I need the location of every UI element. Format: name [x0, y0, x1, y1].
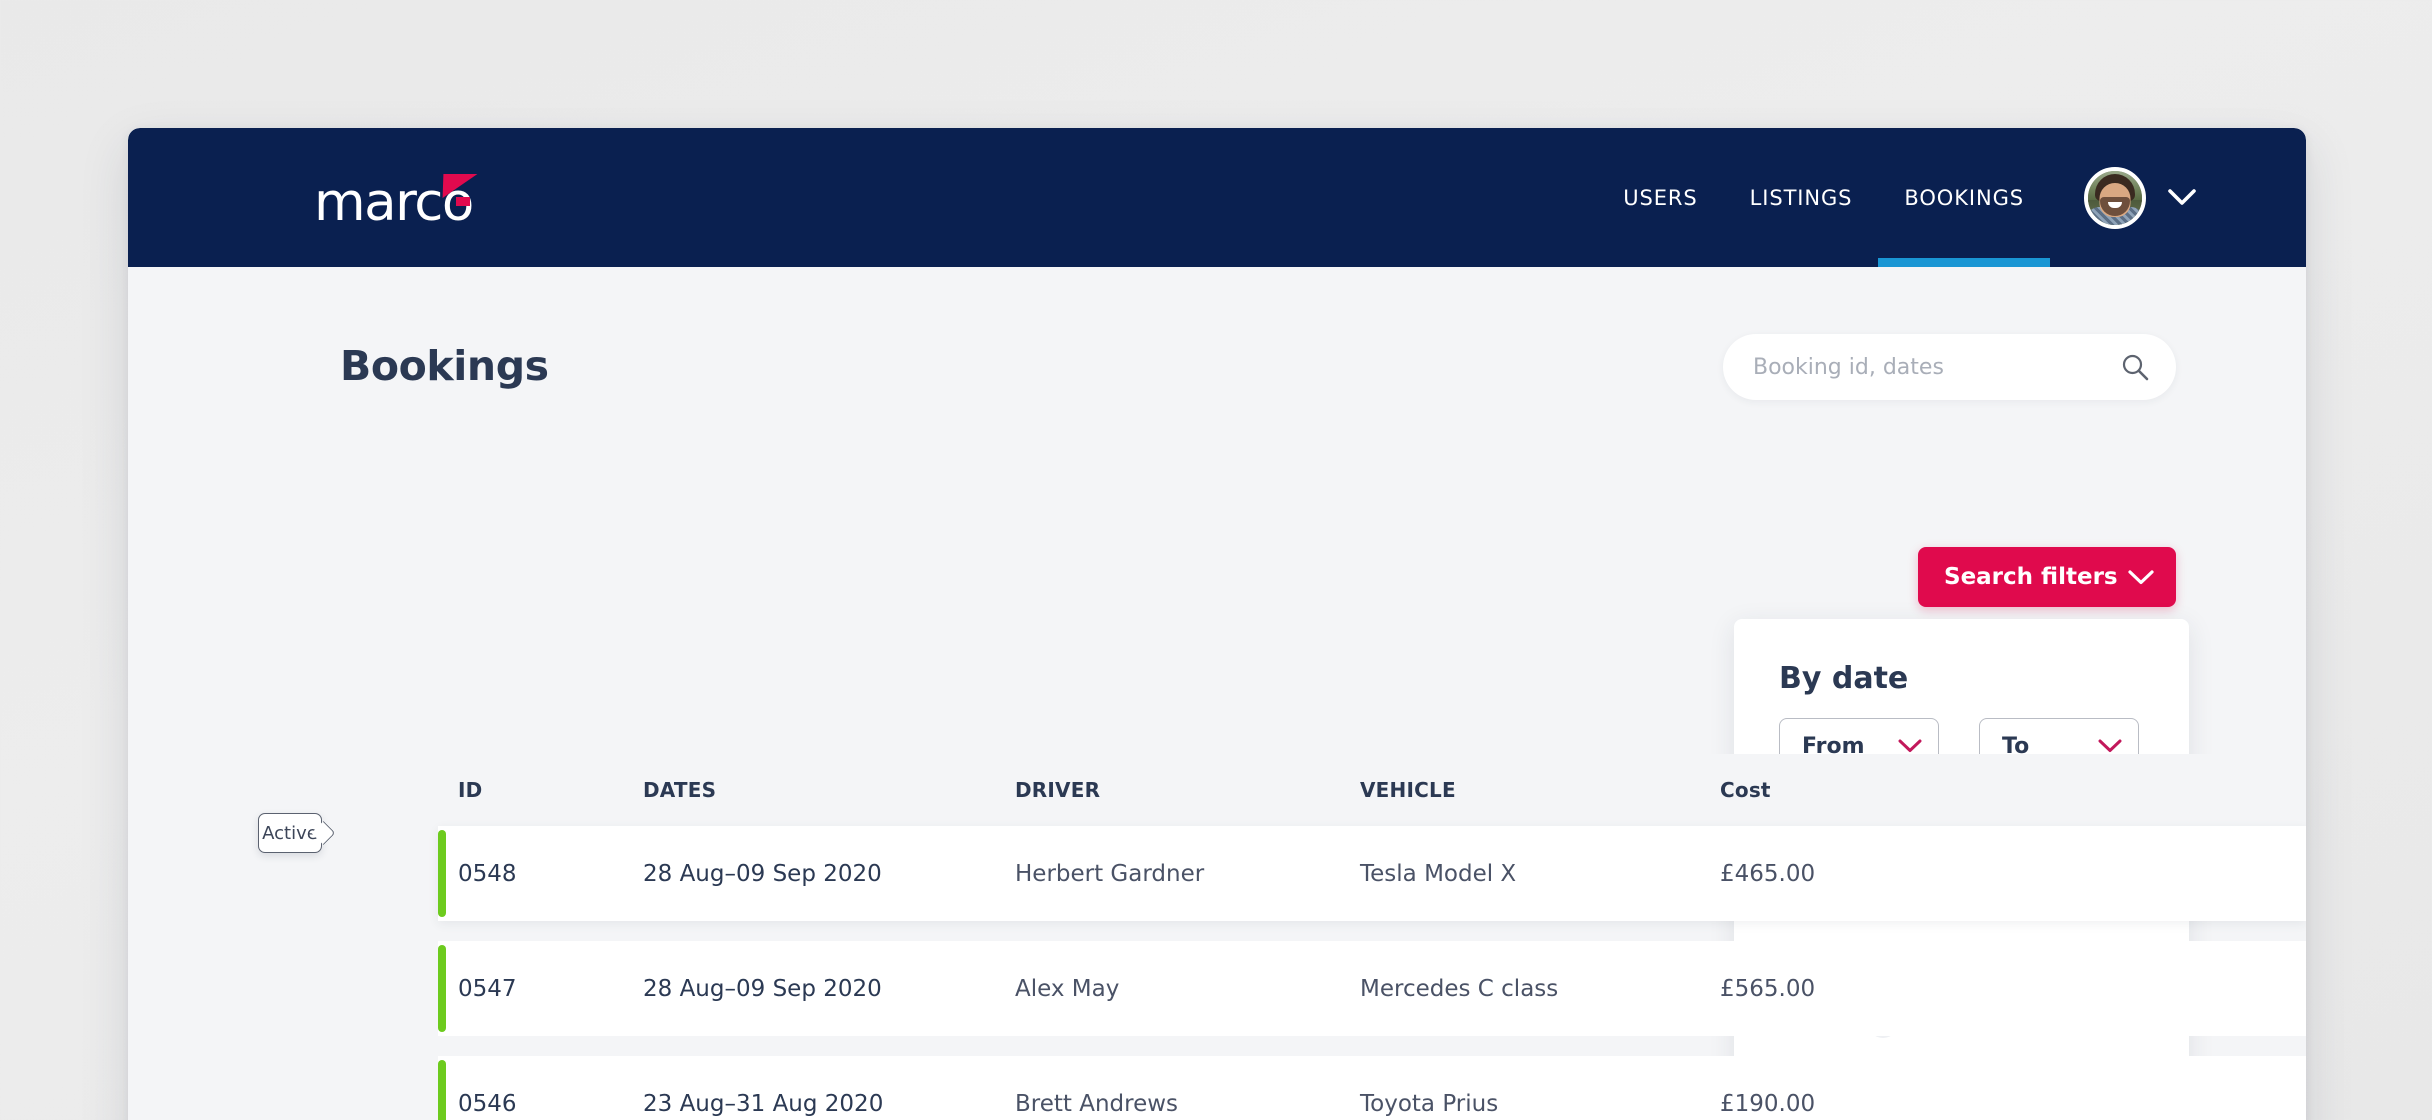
page-title: Bookings: [340, 342, 549, 390]
table-header-row: ID DATES DRIVER VEHICLE Cost: [128, 754, 2306, 826]
cell-driver: Brett Andrews: [1015, 1090, 1179, 1117]
cell-vehicle: Mercedes C class: [1360, 975, 1559, 1002]
cell-id: 0548: [458, 860, 517, 887]
cell-cost: £190.00: [1720, 1090, 1816, 1117]
chevron-down-icon: [1898, 739, 1922, 752]
table-row[interactable]: 0547 28 Aug–09 Sep 2020 Alex May Mercede…: [438, 941, 2306, 1036]
app-window: marco USERS LISTINGS BOOKINGS Bookings B…: [128, 128, 2306, 1120]
cell-dates: 28 Aug–09 Sep 2020: [643, 860, 882, 887]
nav-links-group: USERS LISTINGS BOOKINGS: [1597, 128, 2196, 267]
column-header-vehicle: VEHICLE: [1360, 778, 1456, 802]
page-content: Bookings Search filters By date From: [128, 267, 2306, 1120]
search-filters-button[interactable]: Search filters: [1918, 547, 2176, 607]
status-bar-active: [438, 830, 446, 917]
cell-vehicle: Toyota Prius: [1360, 1090, 1499, 1117]
chevron-down-icon: [2128, 569, 2154, 584]
nav-item-bookings-label: BOOKINGS: [1904, 185, 2024, 210]
bookings-table: ID DATES DRIVER VEHICLE Cost 0548 28 Aug…: [128, 754, 2306, 1120]
status-bar-active: [438, 1060, 446, 1120]
logo-accent-flag-icon: [442, 174, 478, 198]
account-menu[interactable]: [2084, 166, 2196, 229]
nav-item-users[interactable]: USERS: [1597, 128, 1723, 267]
table-body: 0548 28 Aug–09 Sep 2020 Herbert Gardner …: [128, 826, 2306, 1120]
column-header-dates: DATES: [643, 778, 717, 802]
table-row[interactable]: 0548 28 Aug–09 Sep 2020 Herbert Gardner …: [438, 826, 2306, 921]
top-navigation-bar: marco USERS LISTINGS BOOKINGS: [128, 128, 2306, 267]
table-row[interactable]: 0546 23 Aug–31 Aug 2020 Brett Andrews To…: [438, 1056, 2306, 1120]
marco-logo[interactable]: marco: [314, 174, 478, 229]
cell-vehicle: Tesla Model X: [1360, 860, 1517, 887]
cell-id: 0547: [458, 975, 517, 1002]
search-box[interactable]: [1723, 334, 2176, 400]
nav-item-bookings[interactable]: BOOKINGS: [1878, 128, 2050, 267]
cell-dates: 28 Aug–09 Sep 2020: [643, 975, 882, 1002]
cell-dates: 23 Aug–31 Aug 2020: [643, 1090, 884, 1117]
nav-item-listings-label: LISTINGS: [1749, 185, 1853, 210]
chevron-down-icon[interactable]: [2168, 189, 2196, 206]
nav-item-users-label: USERS: [1623, 185, 1698, 210]
cell-cost: £465.00: [1720, 860, 1816, 887]
search-filters-label: Search filters: [1944, 564, 2118, 590]
status-bar-active: [438, 945, 446, 1032]
logo-accent-tail-icon: [455, 197, 470, 206]
nav-item-listings[interactable]: LISTINGS: [1724, 128, 1879, 267]
status-tooltip: Active: [258, 813, 322, 853]
search-icon[interactable]: [2120, 352, 2150, 382]
column-header-id: ID: [458, 778, 483, 802]
chevron-down-icon: [2098, 739, 2122, 752]
cell-driver: Herbert Gardner: [1015, 860, 1205, 887]
by-date-heading: By date: [1779, 661, 1909, 696]
cell-cost: £565.00: [1720, 975, 1816, 1002]
cell-id: 0546: [458, 1090, 517, 1117]
search-input[interactable]: [1753, 354, 2120, 380]
column-header-cost: Cost: [1720, 778, 1771, 802]
cell-driver: Alex May: [1015, 975, 1120, 1002]
user-avatar-photo[interactable]: [2084, 166, 2146, 229]
column-header-driver: DRIVER: [1015, 778, 1101, 802]
